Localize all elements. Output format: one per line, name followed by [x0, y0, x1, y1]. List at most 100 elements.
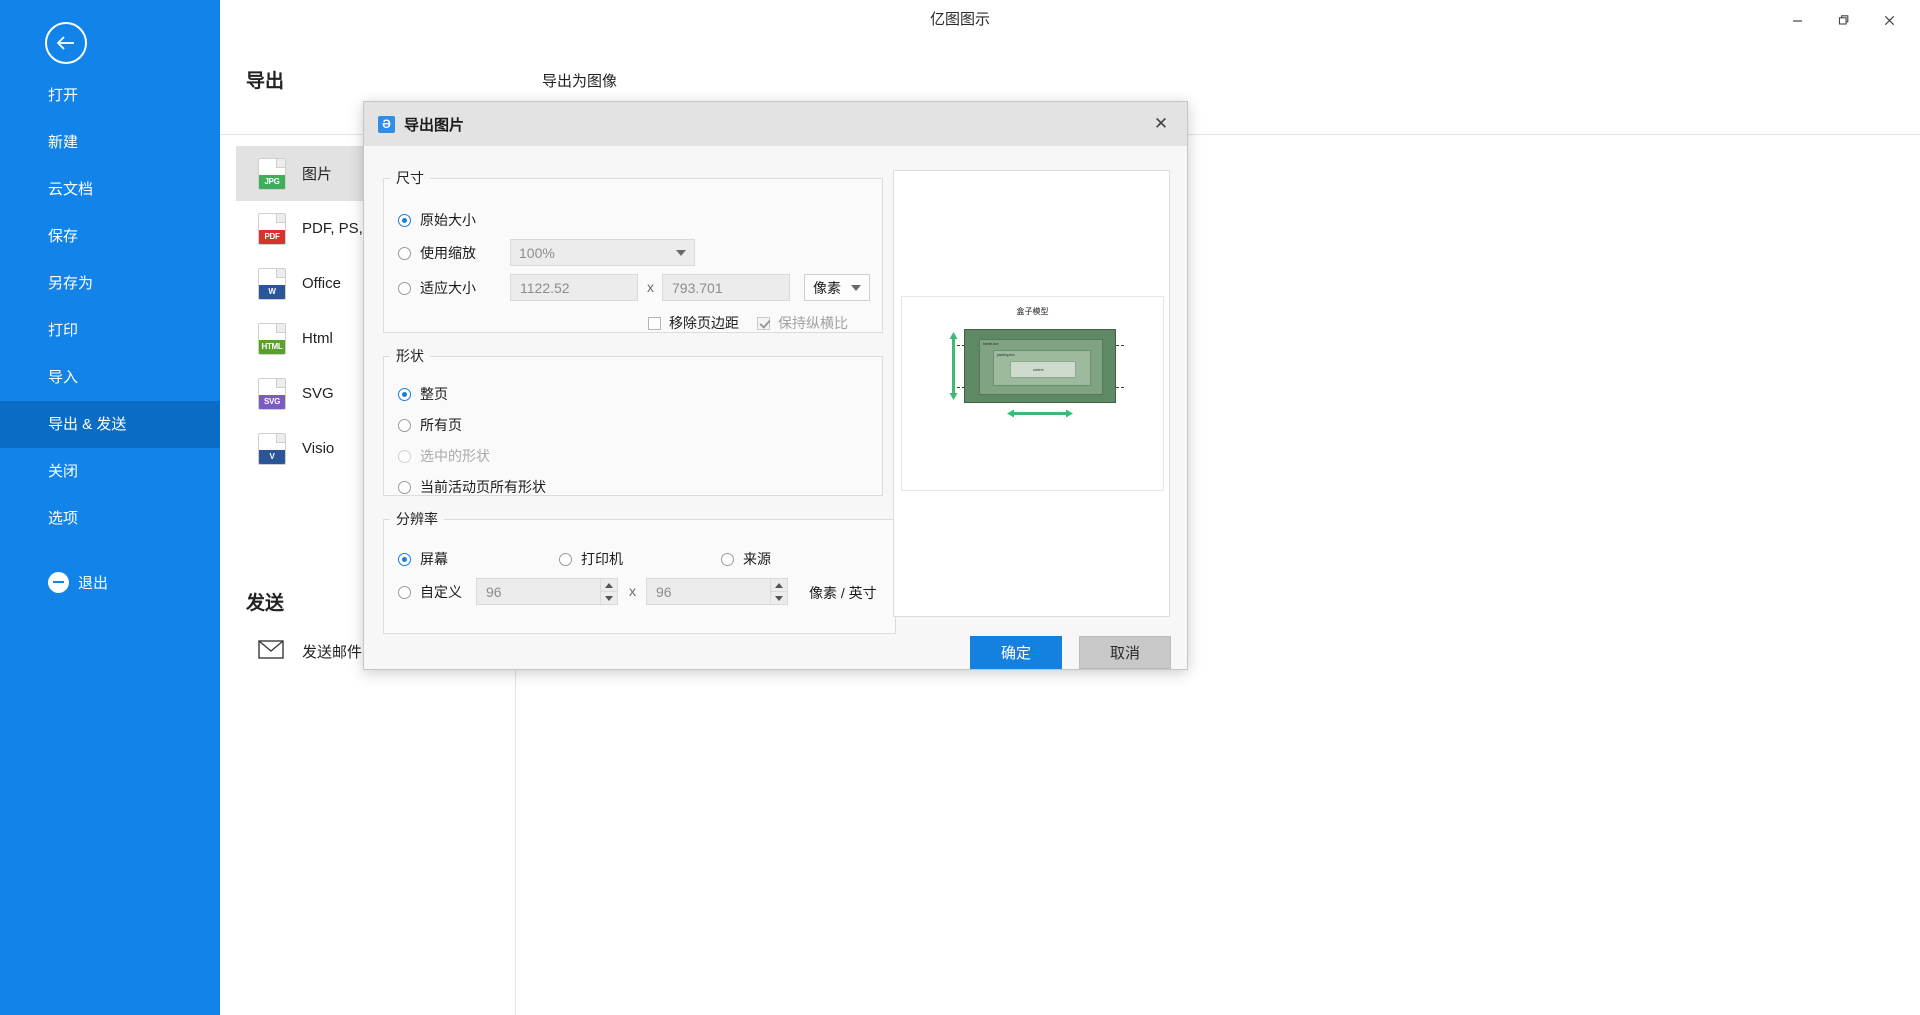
chevron-down-icon — [676, 250, 686, 256]
resolution-option-screen[interactable]: 屏幕 — [398, 549, 448, 569]
resolution-option-printer[interactable]: 打印机 — [559, 549, 623, 569]
height-input-value: 793.701 — [672, 280, 723, 296]
preview-box-border: border-box padding-box content — [979, 339, 1103, 395]
mail-icon — [258, 640, 284, 663]
stepper-up-icon[interactable] — [601, 579, 617, 592]
custom-dpi-y-stepper[interactable]: 96 — [646, 578, 788, 605]
word-file-icon: W — [258, 268, 286, 300]
dialog-close-button[interactable]: ✕ — [1149, 112, 1173, 136]
radio-screen[interactable] — [398, 553, 411, 566]
stepper-down-icon[interactable] — [771, 592, 787, 604]
size-option-fit[interactable]: 适应大小 — [398, 278, 476, 298]
radio-all-pages[interactable] — [398, 419, 411, 432]
radio-use-scale-label: 使用缩放 — [420, 243, 476, 263]
radio-whole-page[interactable] — [398, 388, 411, 401]
sidebar-item-save-as[interactable]: 另存为 — [0, 260, 220, 307]
cancel-button[interactable]: 取消 — [1079, 636, 1171, 669]
export-image-icon: Ə — [378, 116, 395, 133]
radio-printer-label: 打印机 — [581, 549, 623, 569]
sidebar-item-import[interactable]: 导入 — [0, 354, 220, 401]
confirm-button[interactable]: 确定 — [970, 636, 1062, 669]
format-item-label: Visio — [302, 440, 334, 457]
radio-printer[interactable] — [559, 553, 572, 566]
shape-option-selected-shapes: 选中的形状 — [398, 446, 490, 466]
shape-option-all-pages[interactable]: 所有页 — [398, 415, 462, 435]
resolution-option-source[interactable]: 来源 — [721, 549, 771, 569]
scale-select[interactable]: 100% — [510, 239, 695, 266]
preview-box-outer: border-box padding-box content — [964, 329, 1116, 403]
back-button[interactable] — [45, 22, 87, 64]
checkbox-remove-margin[interactable]: 移除页边距 — [648, 313, 739, 333]
radio-active-page-shapes-label: 当前活动页所有形状 — [420, 477, 546, 497]
radio-use-scale[interactable] — [398, 247, 411, 260]
radio-screen-label: 屏幕 — [420, 549, 448, 569]
exit-icon — [48, 572, 69, 593]
sidebar-item-open[interactable]: 打开 — [0, 72, 220, 119]
stepper-down-icon[interactable] — [601, 592, 617, 604]
sidebar-menu: 打开 新建 云文档 保存 另存为 打印 导入 导出 & 发送 关闭 选项 退出 — [0, 72, 220, 604]
sidebar-item-new[interactable]: 新建 — [0, 119, 220, 166]
radio-original-size-label: 原始大小 — [420, 210, 476, 230]
unit-select[interactable]: 像素 — [804, 274, 870, 301]
send-section-title: 发送 — [246, 588, 284, 615]
custom-dpi-x-stepper[interactable]: 96 — [476, 578, 618, 605]
radio-fit-size[interactable] — [398, 282, 411, 295]
size-option-scale[interactable]: 使用缩放 — [398, 243, 476, 263]
title-bar: 亿图图示 — [0, 0, 1920, 40]
svg-file-icon: SVG — [258, 378, 286, 410]
radio-selected-shapes-label: 选中的形状 — [420, 446, 490, 466]
visio-file-icon: V — [258, 433, 286, 465]
dialog-title: 导出图片 — [404, 114, 464, 135]
dialog-header: Ə 导出图片 ✕ — [364, 102, 1187, 146]
radio-active-page-shapes[interactable] — [398, 481, 411, 494]
pdf-file-icon: PDF — [258, 213, 286, 245]
stepper-up-icon[interactable] — [771, 579, 787, 592]
unit-select-value: 像素 — [813, 278, 841, 298]
restore-button[interactable] — [1820, 3, 1866, 37]
resolution-option-custom[interactable]: 自定义 — [398, 582, 462, 602]
application-window: 亿图图示 — [0, 0, 1920, 1015]
sidebar-item-save[interactable]: 保存 — [0, 213, 220, 260]
shape-option-active-page-shapes[interactable]: 当前活动页所有形状 — [398, 477, 546, 497]
custom-dpi-y-value: 96 — [656, 584, 672, 600]
radio-custom[interactable] — [398, 586, 411, 599]
shape-option-whole-page[interactable]: 整页 — [398, 384, 448, 404]
chevron-down-icon — [851, 285, 861, 291]
export-subtitle: 导出为图像 — [542, 70, 617, 91]
keep-ratio-checkbox — [757, 317, 770, 330]
preview-box-padding: padding-box content — [993, 350, 1091, 386]
resolution-group-legend: 分辨率 — [390, 509, 444, 529]
preview-vertical-arrow — [949, 332, 958, 400]
radio-custom-label: 自定义 — [420, 582, 462, 602]
size-option-original[interactable]: 原始大小 — [398, 210, 476, 230]
sidebar-item-print[interactable]: 打印 — [0, 307, 220, 354]
size-group-legend: 尺寸 — [390, 168, 430, 188]
sidebar-item-exit-label: 退出 — [78, 572, 108, 593]
stepper-buttons[interactable] — [600, 579, 617, 604]
radio-source[interactable] — [721, 553, 734, 566]
html-file-icon: HTML — [258, 323, 286, 355]
sidebar-item-close[interactable]: 关闭 — [0, 448, 220, 495]
close-button[interactable] — [1866, 3, 1912, 37]
stepper-buttons[interactable] — [770, 579, 787, 604]
height-input[interactable]: 793.701 — [662, 274, 790, 301]
dialog-body: 尺寸 原始大小 使用缩放 100% 适应大小 — [364, 146, 1187, 669]
format-item-label: 图片 — [302, 163, 332, 184]
sidebar-item-export-send[interactable]: 导出 & 发送 — [0, 401, 220, 448]
minimize-button[interactable] — [1774, 3, 1820, 37]
remove-margin-checkbox[interactable] — [648, 317, 661, 330]
preview-page: 盒子模型 border-box padding-box content — [901, 296, 1164, 491]
radio-selected-shapes — [398, 450, 411, 463]
width-input[interactable]: 1122.52 — [510, 274, 638, 301]
sidebar-item-options[interactable]: 选项 — [0, 495, 220, 542]
sidebar-item-exit[interactable]: 退出 — [0, 560, 220, 604]
page-title: 导出 — [246, 66, 284, 93]
send-mail-item[interactable]: 发送邮件 — [258, 640, 362, 663]
sidebar-item-cloud-docs[interactable]: 云文档 — [0, 166, 220, 213]
radio-original-size[interactable] — [398, 214, 411, 227]
format-item-label: Html — [302, 330, 333, 347]
send-mail-label: 发送邮件 — [302, 641, 362, 662]
custom-dpi-x-value: 96 — [486, 584, 502, 600]
app-title: 亿图图示 — [0, 0, 1920, 40]
keep-ratio-label: 保持纵横比 — [778, 313, 848, 333]
